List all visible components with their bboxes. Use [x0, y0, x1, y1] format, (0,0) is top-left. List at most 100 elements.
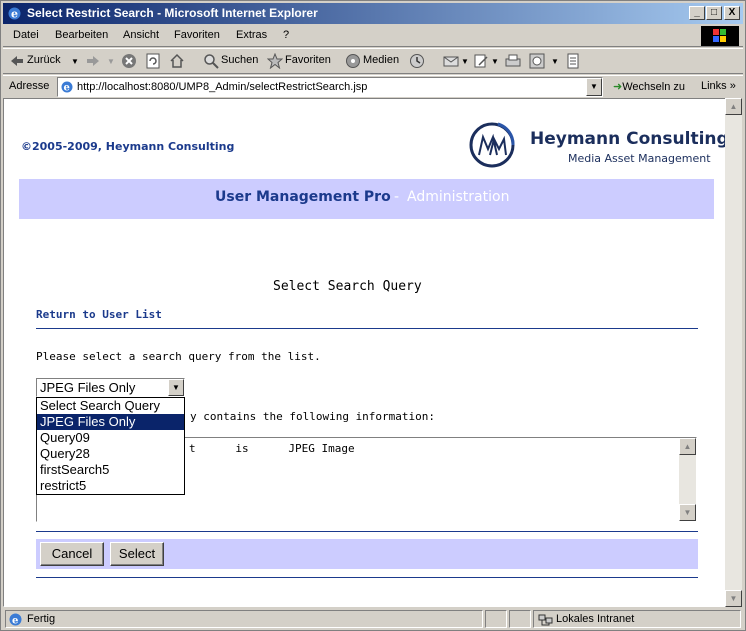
forward-arrow-icon[interactable]	[85, 53, 101, 69]
discuss-dropdown-icon[interactable]: ▼	[551, 57, 559, 66]
edit-icon[interactable]	[473, 53, 489, 69]
divider	[36, 577, 698, 578]
toolbar: Zurück ▼ ▼ Suchen Favoriten Medien ▼ ▼ ▼	[3, 48, 743, 74]
scroll-up-icon[interactable]: ▲	[679, 438, 696, 455]
mail-dropdown-icon[interactable]: ▼	[461, 57, 469, 66]
page-scrollbar[interactable]: ▲ ▼	[725, 98, 742, 607]
back-dropdown-icon[interactable]: ▼	[71, 57, 79, 66]
windows-logo	[701, 26, 739, 46]
print-icon[interactable]	[505, 53, 521, 69]
search-icon[interactable]	[203, 53, 219, 69]
cancel-button[interactable]: Cancel	[40, 542, 104, 566]
address-input[interactable]: e http://localhost:8080/UMP8_Admin/selec…	[57, 77, 603, 97]
copyright-text: ©2005-2009, Heymann Consulting	[21, 140, 235, 153]
page-icon: e	[61, 81, 73, 94]
messenger-icon[interactable]	[565, 53, 581, 69]
button-bar: Cancel Select	[36, 539, 698, 569]
select-button[interactable]: Select	[110, 542, 164, 566]
page-content: ©2005-2009, Heymann Consulting Heymann C…	[3, 98, 727, 607]
brand-name: Heymann Consulting	[530, 129, 727, 149]
scroll-down-icon[interactable]: ▼	[725, 590, 742, 607]
selected-query: JPEG Files Only	[40, 380, 136, 395]
brand-subtitle: Media Asset Management	[568, 152, 711, 165]
app-name: User Management Pro	[215, 189, 391, 205]
app-banner: User Management Pro - Administration	[19, 179, 714, 219]
dropdown-option[interactable]: restrict5	[37, 478, 184, 494]
menu-bar: Datei Bearbeiten Ansicht Favoriten Extra…	[3, 25, 743, 47]
search-button[interactable]: Suchen	[221, 54, 258, 66]
status-bar: e Fertig Lokales Intranet	[3, 608, 743, 629]
dropdown-option[interactable]: Query09	[37, 430, 184, 446]
query-dropdown-list: Select Search Query JPEG Files Only Quer…	[36, 397, 185, 495]
browser-window: e Select Restrict Search - Microsoft Int…	[0, 0, 746, 631]
address-dropdown-icon[interactable]: ▼	[586, 78, 602, 96]
status-main: e Fertig	[5, 610, 483, 628]
svg-text:e: e	[12, 616, 18, 627]
svg-text:e: e	[64, 83, 70, 94]
minimize-button[interactable]: _	[689, 6, 705, 20]
intranet-icon	[538, 614, 553, 626]
address-bar: Adresse e http://localhost:8080/UMP8_Adm…	[3, 75, 743, 97]
status-text: Fertig	[27, 613, 56, 625]
heymann-logo-icon	[469, 122, 515, 168]
media-icon[interactable]	[345, 53, 361, 69]
links-label: Links	[701, 80, 727, 92]
section-name: Administration	[407, 189, 510, 205]
back-arrow-icon[interactable]	[9, 53, 25, 69]
forward-dropdown-icon[interactable]: ▼	[107, 57, 115, 66]
address-url: http://localhost:8080/UMP8_Admin/selectR…	[77, 81, 368, 93]
svg-text:e: e	[11, 8, 18, 21]
instruction-text: Please select a search query from the li…	[36, 350, 321, 363]
menu-datei[interactable]: Datei	[13, 29, 39, 41]
go-button[interactable]: ➜Wechseln zu	[613, 80, 685, 93]
menu-ansicht[interactable]: Ansicht	[123, 29, 159, 41]
back-button[interactable]: Zurück	[27, 54, 61, 66]
stop-icon[interactable]	[121, 53, 137, 69]
window-title: Select Restrict Search - Microsoft Inter…	[27, 6, 318, 20]
mail-icon[interactable]	[443, 53, 459, 69]
links-button[interactable]: Links »	[701, 80, 736, 92]
page-title: Select Search Query	[273, 279, 422, 294]
favorites-button[interactable]: Favoriten	[285, 54, 331, 66]
security-zone: Lokales Intranet	[533, 610, 741, 628]
menu-bearbeiten[interactable]: Bearbeiten	[55, 29, 108, 41]
refresh-icon[interactable]	[145, 53, 161, 69]
search-query-select[interactable]: JPEG Files Only ▼	[36, 378, 185, 397]
query-line: t is JPEG Image	[189, 442, 355, 455]
edit-dropdown-icon[interactable]: ▼	[491, 57, 499, 66]
query-info-text: y contains the following information:	[190, 410, 436, 423]
maximize-button[interactable]: □	[706, 6, 722, 20]
history-icon[interactable]	[409, 53, 425, 69]
go-arrow-icon: ➜	[613, 81, 623, 93]
home-icon[interactable]	[169, 53, 185, 69]
divider	[36, 531, 698, 532]
title-bar: e Select Restrict Search - Microsoft Int…	[3, 3, 743, 24]
dropdown-option[interactable]: Query28	[37, 446, 184, 462]
divider	[36, 328, 698, 329]
dropdown-option-selected[interactable]: JPEG Files Only	[37, 414, 184, 430]
menu-favoriten[interactable]: Favoriten	[174, 29, 220, 41]
page-done-icon: e	[9, 613, 22, 627]
dropdown-option[interactable]: firstSearch5	[37, 462, 184, 478]
chevron-down-icon[interactable]: ▼	[168, 379, 184, 396]
windows-flag-icon	[713, 29, 726, 42]
zone-text: Lokales Intranet	[556, 613, 635, 625]
menu-help[interactable]: ?	[283, 29, 289, 41]
ie-icon: e	[8, 7, 21, 21]
dropdown-option[interactable]: Select Search Query	[37, 398, 184, 414]
scroll-up-icon[interactable]: ▲	[725, 98, 742, 115]
discuss-icon[interactable]	[529, 53, 545, 69]
address-label: Adresse	[9, 80, 50, 92]
return-to-user-list-link[interactable]: Return to User List	[36, 308, 162, 321]
status-cell	[509, 610, 531, 628]
media-button[interactable]: Medien	[363, 54, 399, 66]
status-cell	[485, 610, 507, 628]
favorites-icon[interactable]	[267, 53, 283, 69]
go-label: Wechseln zu	[622, 81, 685, 93]
banner-separator: -	[394, 189, 400, 205]
textarea-scrollbar[interactable]: ▲ ▼	[679, 438, 696, 521]
scroll-down-icon[interactable]: ▼	[679, 504, 696, 521]
menu-extras[interactable]: Extras	[236, 29, 267, 41]
chevron-right-icon: »	[729, 80, 736, 92]
close-button[interactable]: X	[724, 6, 740, 20]
